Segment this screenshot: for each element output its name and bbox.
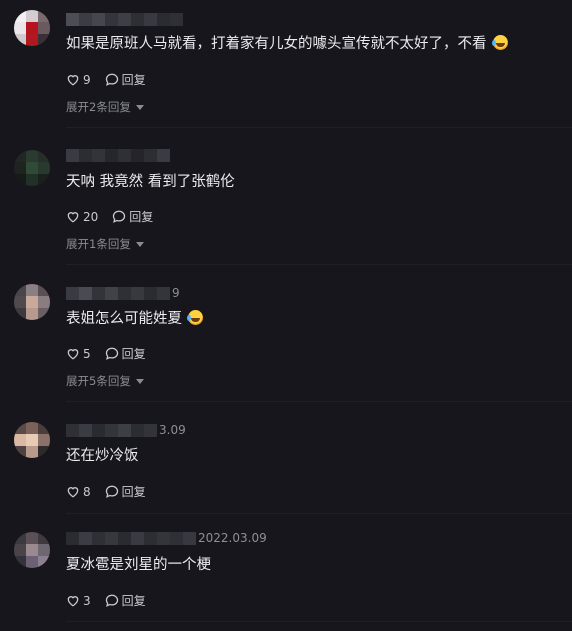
comment-actions: 8 回复 xyxy=(66,483,160,500)
username[interactable] xyxy=(66,12,185,26)
like-count: 3 xyxy=(83,593,91,608)
reply-button[interactable]: 回复 xyxy=(112,208,153,225)
comment-actions: 20 回复 xyxy=(66,208,167,225)
redacted-username xyxy=(66,148,170,162)
reply-button[interactable]: 回复 xyxy=(105,345,146,362)
comment-date: 2022.03.09 xyxy=(198,531,267,545)
expand-replies-button[interactable]: 展开1条回复 xyxy=(66,236,144,252)
comment-actions: 5 回复 xyxy=(66,345,160,362)
like-button[interactable]: 3 xyxy=(66,594,91,608)
speech-bubble-icon xyxy=(105,594,118,607)
reply-label: 回复 xyxy=(129,210,154,224)
like-count: 20 xyxy=(83,209,99,224)
rolling-laughing-emoji xyxy=(187,310,203,325)
username[interactable] xyxy=(66,148,172,162)
redacted-username xyxy=(66,531,196,545)
comment-text: 天呐 我竟然 看到了张鹤伦 xyxy=(66,172,235,192)
comment-text: 表姐怎么可能姓夏 xyxy=(66,309,203,329)
avatar[interactable] xyxy=(14,10,50,46)
comment-date: 3.09 xyxy=(159,423,186,437)
like-button[interactable]: 8 xyxy=(66,485,91,499)
comment-text: 还在炒冷饭 xyxy=(66,446,139,466)
rolling-laughing-emoji xyxy=(491,35,508,50)
comment-text-content: 夏冰雹是刘星的一个梗 xyxy=(66,557,211,573)
username[interactable]: 9 xyxy=(66,286,180,300)
comment-date: 9 xyxy=(172,286,180,300)
comment-text-content: 天呐 我竟然 看到了张鹤伦 xyxy=(66,174,235,190)
caret-down-icon xyxy=(135,105,144,110)
heart-outline-icon xyxy=(67,596,79,607)
heart-outline-icon xyxy=(67,349,79,360)
expand-replies-label: 展开1条回复 xyxy=(66,237,131,251)
comment-text: 夏冰雹是刘星的一个梗 xyxy=(66,555,211,575)
avatar[interactable] xyxy=(14,150,50,186)
reply-button[interactable]: 回复 xyxy=(105,483,146,500)
reply-label: 回复 xyxy=(121,594,146,608)
expand-replies-button[interactable]: 展开2条回复 xyxy=(66,99,144,115)
expand-replies-button[interactable]: 展开5条回复 xyxy=(66,373,144,389)
redacted-username xyxy=(66,12,183,26)
avatar[interactable] xyxy=(14,284,50,320)
speech-bubble-icon xyxy=(105,347,118,360)
redacted-username xyxy=(66,286,170,300)
like-count: 5 xyxy=(83,346,91,361)
redacted-username xyxy=(66,423,157,437)
username[interactable]: 2022.03.09 xyxy=(66,531,267,545)
avatar[interactable] xyxy=(14,532,50,568)
divider xyxy=(66,621,572,622)
divider xyxy=(66,513,572,514)
reply-button[interactable]: 回复 xyxy=(105,592,146,609)
expand-replies-label: 展开5条回复 xyxy=(66,374,131,388)
caret-down-icon xyxy=(135,379,144,384)
like-button[interactable]: 9 xyxy=(66,73,91,87)
caret-down-icon xyxy=(135,242,144,247)
like-count: 9 xyxy=(83,72,91,87)
reply-label: 回复 xyxy=(121,485,146,499)
heart-outline-icon xyxy=(67,487,79,498)
comment-text-content: 还在炒冷饭 xyxy=(66,448,139,464)
speech-bubble-icon xyxy=(113,210,126,223)
like-count: 8 xyxy=(83,484,91,499)
like-button[interactable]: 20 xyxy=(66,210,98,224)
reply-button[interactable]: 回复 xyxy=(105,71,146,88)
speech-bubble-icon xyxy=(105,73,118,86)
comment-text: 如果是原班人马就看，打着家有儿女的噱头宣传就不太好了，不看 xyxy=(66,34,508,54)
heart-outline-icon xyxy=(67,75,79,86)
heart-outline-icon xyxy=(67,212,79,223)
reply-label: 回复 xyxy=(121,73,146,87)
comment-text-content: 如果是原班人马就看，打着家有儿女的噱头宣传就不太好了，不看 xyxy=(66,36,487,52)
avatar[interactable] xyxy=(14,422,50,458)
divider xyxy=(66,264,572,265)
divider xyxy=(66,127,572,128)
username[interactable]: 3.09 xyxy=(66,423,186,437)
expand-replies-label: 展开2条回复 xyxy=(66,100,131,114)
divider xyxy=(66,401,572,402)
comment-actions: 3 回复 xyxy=(66,592,160,609)
like-button[interactable]: 5 xyxy=(66,347,91,361)
reply-label: 回复 xyxy=(121,347,146,361)
comment-actions: 9 回复 xyxy=(66,71,160,88)
speech-bubble-icon xyxy=(105,485,118,498)
comment-text-content: 表姐怎么可能姓夏 xyxy=(66,311,182,327)
